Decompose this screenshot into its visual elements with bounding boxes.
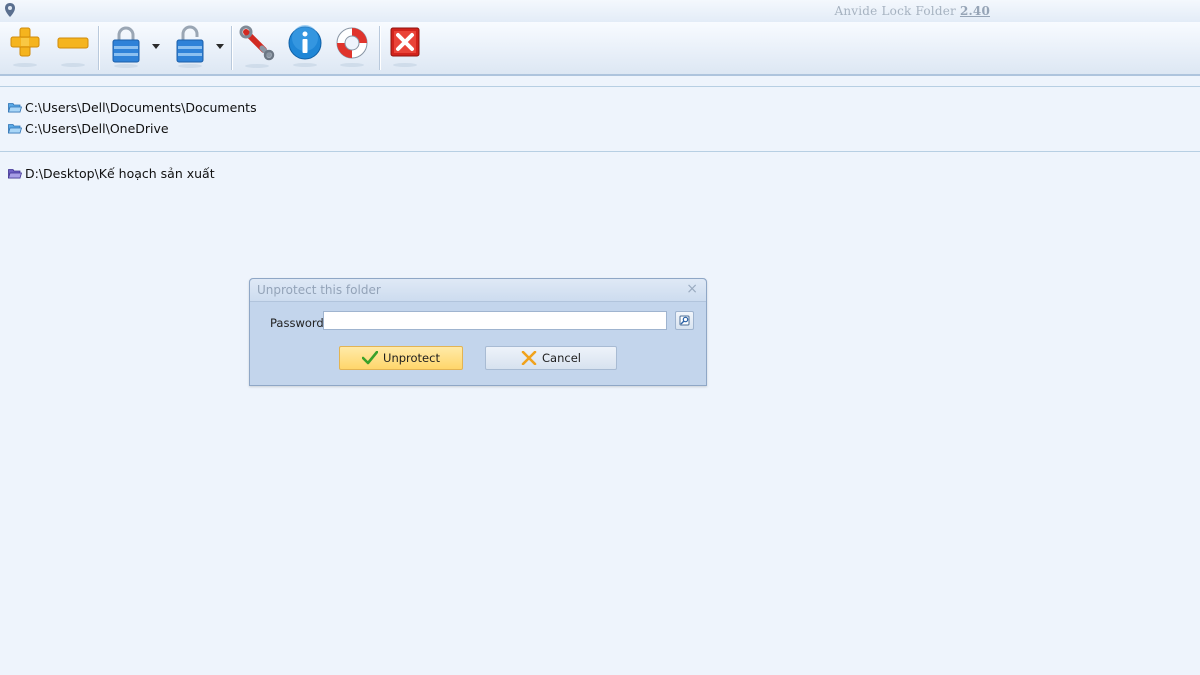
checkmark-icon — [362, 351, 379, 365]
app-version: 2.40 — [959, 4, 990, 18]
settings-button[interactable] — [238, 24, 276, 70]
add-folder-button[interactable] — [6, 24, 44, 70]
folder-open-purple-icon — [8, 168, 22, 178]
remove-folder-button[interactable] — [54, 24, 92, 70]
cancel-button[interactable]: Cancel — [485, 346, 617, 370]
unlock-dropdown-arrow[interactable] — [216, 44, 224, 49]
folder-open-blue-icon — [8, 102, 22, 112]
unprotect-button[interactable]: Unprotect — [339, 346, 463, 370]
app-name: Anvide Lock Folder — [834, 4, 956, 18]
folder-item[interactable]: C:\Users\Dell\OneDrive — [8, 119, 169, 137]
plus-icon — [10, 27, 40, 67]
password-label: Password — [270, 316, 324, 330]
app-logo-icon — [5, 3, 15, 17]
toolbar — [0, 22, 1200, 76]
window-title: Anvide Lock Folder 2.40 — [834, 4, 990, 18]
lock-folder-button[interactable] — [108, 24, 164, 70]
toolbar-separator — [98, 26, 99, 70]
toolbar-separator — [231, 26, 232, 70]
cancel-x-icon — [521, 351, 537, 365]
padlock-open-icon — [176, 25, 204, 68]
lock-dropdown-arrow[interactable] — [152, 44, 160, 49]
about-button[interactable] — [286, 24, 324, 70]
show-password-icon — [679, 315, 690, 326]
dialog-titlebar[interactable]: Unprotect this folder × — [250, 279, 706, 302]
folder-item[interactable]: C:\Users\Dell\Documents\Documents — [8, 98, 257, 116]
folder-item[interactable]: D:\Desktop\Kế hoạch sản xuất — [8, 164, 215, 182]
help-button[interactable] — [333, 24, 371, 70]
dialog-title: Unprotect this folder — [257, 283, 381, 297]
list-divider — [0, 86, 1200, 87]
toolbar-separator — [379, 26, 380, 70]
unprotect-button-label: Unprotect — [383, 351, 440, 365]
close-red-icon — [390, 27, 420, 67]
info-icon — [288, 25, 322, 67]
unlock-folder-button[interactable] — [172, 24, 228, 70]
cancel-button-label: Cancel — [542, 351, 581, 365]
exit-button[interactable] — [387, 24, 423, 70]
padlock-closed-icon — [112, 26, 140, 68]
group-divider — [0, 151, 1200, 152]
title-bar: Anvide Lock Folder 2.40 — [0, 0, 1200, 23]
folder-path: C:\Users\Dell\OneDrive — [25, 120, 169, 136]
folder-path: D:\Desktop\Kế hoạch sản xuất — [25, 165, 215, 181]
lifebuoy-icon — [336, 27, 368, 67]
folder-open-blue-icon — [8, 123, 22, 133]
folder-path: C:\Users\Dell\Documents\Documents — [25, 99, 257, 115]
wrench-icon — [239, 25, 275, 68]
minus-icon — [57, 37, 89, 67]
password-input[interactable] — [323, 311, 667, 330]
show-password-button[interactable] — [675, 311, 694, 330]
unprotect-dialog: Unprotect this folder × Password Unprote… — [249, 278, 707, 386]
close-icon[interactable]: × — [686, 281, 698, 297]
